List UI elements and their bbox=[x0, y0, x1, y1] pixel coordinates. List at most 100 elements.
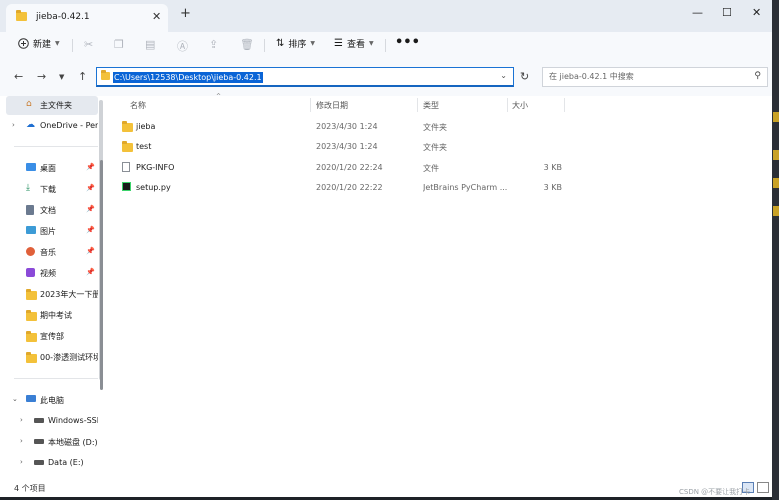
close-tab-icon[interactable]: ✕ bbox=[152, 10, 161, 23]
column-header-date[interactable]: 修改日期 bbox=[316, 100, 348, 111]
sidebar-item-label: 本地磁盘 (D:) bbox=[48, 438, 98, 447]
sidebar-item-folder-publicity[interactable]: 宣传部 bbox=[6, 327, 98, 346]
title-bar: jieba-0.42.1 ✕ + — ☐ ✕ bbox=[0, 0, 772, 32]
sidebar-item-windows-ssd[interactable]: › Windows-SSD bbox=[14, 412, 106, 431]
delete-icon[interactable]: 🗑 bbox=[240, 38, 254, 51]
navigation-pane: ⌂ 主文件夹 › ☁ OneDrive - Per 桌面 📌 ⤓ 下载 📌 文档… bbox=[0, 96, 106, 481]
pin-icon: 📌 bbox=[86, 205, 95, 213]
tab-title: jieba-0.42.1 bbox=[36, 12, 90, 22]
file-row-jieba[interactable]: jieba 2023/4/30 1:24 文件夹 bbox=[118, 117, 578, 136]
item-count: 4 个项目 bbox=[14, 484, 46, 493]
file-type: 文件夹 bbox=[423, 123, 447, 132]
drive-icon bbox=[34, 418, 44, 423]
file-type: 文件夹 bbox=[423, 143, 447, 152]
sidebar-item-downloads[interactable]: ⤓ 下载 📌 bbox=[6, 180, 98, 199]
copy-icon[interactable]: ❐ bbox=[114, 38, 124, 51]
chevron-right-icon[interactable]: › bbox=[20, 437, 23, 445]
chevron-down-icon: ▼ bbox=[368, 40, 374, 47]
sidebar-item-folder-2023[interactable]: 2023年大一下册 bbox=[6, 285, 98, 304]
pycharm-file-icon bbox=[122, 182, 131, 191]
column-header-size[interactable]: 大小 bbox=[512, 100, 528, 111]
drive-icon bbox=[34, 439, 44, 444]
file-row-test[interactable]: test 2023/4/30 1:24 文件夹 bbox=[118, 137, 578, 156]
divider bbox=[385, 39, 386, 52]
chevron-right-icon[interactable]: › bbox=[20, 458, 23, 466]
sidebar-item-label: 此电脑 bbox=[40, 396, 64, 405]
folder-icon bbox=[16, 10, 27, 21]
chevron-right-icon[interactable]: › bbox=[20, 416, 23, 424]
column-divider[interactable] bbox=[310, 98, 311, 112]
sidebar-item-drive-e[interactable]: › Data (E:) bbox=[14, 454, 106, 473]
file-name: jieba bbox=[136, 122, 156, 131]
cut-icon[interactable]: ✂ bbox=[84, 38, 93, 51]
close-window-button[interactable]: ✕ bbox=[752, 6, 761, 19]
sidebar-item-videos[interactable]: 视频 📌 bbox=[6, 264, 98, 283]
more-options-button[interactable]: ••• bbox=[395, 35, 420, 50]
sidebar-item-pictures[interactable]: 图片 📌 bbox=[6, 222, 98, 241]
sidebar-item-label: 期中考试 bbox=[40, 311, 72, 320]
download-icon: ⤓ bbox=[26, 183, 30, 193]
sidebar-item-desktop[interactable]: 桌面 📌 bbox=[6, 159, 98, 178]
new-button[interactable]: 新建 ▼ bbox=[18, 37, 60, 50]
sidebar-item-folder-midterm[interactable]: 期中考试 bbox=[6, 306, 98, 325]
maximize-button[interactable]: ☐ bbox=[722, 6, 732, 19]
divider bbox=[14, 378, 98, 379]
view-button[interactable]: ☰ 查看 ▼ bbox=[334, 37, 374, 50]
file-size: 3 KB bbox=[543, 183, 562, 192]
pin-icon: 📌 bbox=[86, 163, 95, 171]
column-header-type[interactable]: 类型 bbox=[423, 100, 439, 111]
file-name: PKG-INFO bbox=[136, 163, 175, 172]
file-name: test bbox=[136, 142, 152, 151]
sidebar-item-folder-pentest[interactable]: 00-渗透测试环境 bbox=[6, 348, 98, 367]
file-row-setup-py[interactable]: setup.py 2020/1/20 22:22 JetBrains PyCha… bbox=[118, 178, 578, 197]
address-path[interactable]: C:\Users\12538\Desktop\jieba-0.42.1 bbox=[113, 72, 263, 83]
recent-locations-button[interactable]: ▼ bbox=[59, 73, 64, 81]
file-row-pkg-info[interactable]: PKG-INFO 2020/1/20 22:24 文件 3 KB bbox=[118, 158, 578, 177]
video-icon bbox=[26, 268, 35, 277]
rename-icon[interactable]: Ⓐ bbox=[177, 38, 188, 54]
chevron-right-icon[interactable]: › bbox=[12, 121, 15, 129]
document-icon bbox=[26, 205, 34, 215]
sidebar-item-home[interactable]: ⌂ 主文件夹 bbox=[6, 96, 98, 115]
file-size: 3 KB bbox=[543, 163, 562, 172]
minimize-button[interactable]: — bbox=[692, 6, 703, 19]
folder-icon bbox=[26, 331, 37, 342]
column-divider[interactable] bbox=[564, 98, 565, 112]
sidebar-item-music[interactable]: 音乐 📌 bbox=[6, 243, 98, 262]
share-icon[interactable]: ⇪ bbox=[209, 38, 218, 51]
chevron-down-icon[interactable]: ⌄ bbox=[500, 71, 507, 80]
folder-icon bbox=[26, 352, 37, 363]
background-strip bbox=[772, 0, 779, 500]
sidebar-item-drive-d[interactable]: › 本地磁盘 (D:) bbox=[14, 433, 106, 452]
folder-icon bbox=[101, 70, 110, 80]
search-input[interactable] bbox=[549, 70, 739, 83]
tab-jieba[interactable]: jieba-0.42.1 ✕ bbox=[6, 4, 168, 32]
sidebar-item-label: 主文件夹 bbox=[40, 101, 72, 110]
view-icon: ☰ bbox=[334, 38, 343, 49]
chevron-down-icon[interactable]: ⌄ bbox=[12, 395, 18, 403]
search-box[interactable]: ⚲ bbox=[542, 67, 768, 87]
sidebar-item-documents[interactable]: 文档 📌 bbox=[6, 201, 98, 220]
address-row: ← → ▼ ↑ C:\Users\12538\Desktop\jieba-0.4… bbox=[0, 58, 772, 96]
sort-icon: ⇅ bbox=[276, 38, 285, 49]
sidebar-scrollbar-thumb[interactable] bbox=[100, 160, 103, 390]
sidebar-item-this-pc[interactable]: ⌄ 此电脑 bbox=[6, 391, 98, 410]
address-bar[interactable]: C:\Users\12538\Desktop\jieba-0.42.1 ⌄ bbox=[96, 67, 514, 87]
sort-label: 排序 bbox=[288, 40, 307, 50]
back-button[interactable]: ← bbox=[14, 70, 23, 83]
chevron-down-icon: ▼ bbox=[55, 40, 60, 47]
new-label: 新建 bbox=[33, 40, 52, 50]
new-tab-button[interactable]: + bbox=[180, 6, 191, 21]
paste-icon[interactable]: ▤ bbox=[145, 38, 155, 51]
column-header-name[interactable]: 名称 bbox=[130, 100, 146, 111]
sort-button[interactable]: ⇅ 排序 ▼ bbox=[276, 37, 315, 50]
column-divider[interactable] bbox=[507, 98, 508, 112]
refresh-button[interactable]: ↻ bbox=[520, 70, 529, 83]
sidebar-item-onedrive[interactable]: › ☁ OneDrive - Per bbox=[6, 117, 98, 136]
search-icon[interactable]: ⚲ bbox=[754, 71, 761, 81]
column-divider[interactable] bbox=[417, 98, 418, 112]
home-icon: ⌂ bbox=[26, 99, 32, 109]
tiles-view-button[interactable] bbox=[757, 482, 769, 493]
up-button[interactable]: ↑ bbox=[78, 70, 87, 83]
forward-button[interactable]: → bbox=[37, 70, 46, 83]
